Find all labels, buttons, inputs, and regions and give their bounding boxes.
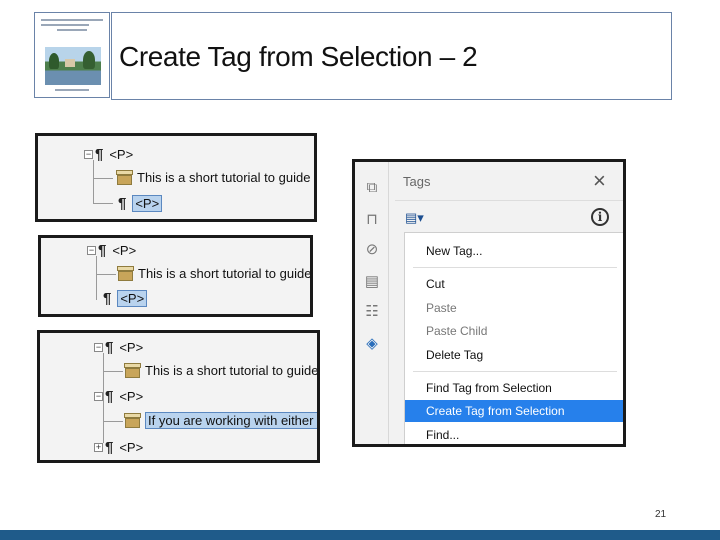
- info-icon[interactable]: i: [591, 208, 609, 226]
- pages-icon[interactable]: ⧉: [364, 180, 380, 196]
- tree-row[interactable]: ¶ <P>: [103, 288, 148, 308]
- collapse-icon[interactable]: −: [94, 391, 103, 401]
- thumbnail-text-line: [57, 29, 87, 31]
- tag-label: <P>: [119, 339, 144, 355]
- paragraph-icon: ¶: [105, 338, 114, 356]
- page-number: 21: [655, 509, 667, 520]
- selected-tag-label: <P>: [132, 194, 163, 212]
- content-box-icon: [124, 412, 141, 428]
- thumbnail-text-line: [41, 19, 103, 21]
- tree-connector: [93, 160, 94, 204]
- paragraph-icon: ¶: [98, 241, 107, 259]
- tree-row[interactable]: This is a short tutorial to guide: [116, 167, 310, 187]
- paragraph-icon: ¶: [103, 289, 112, 307]
- tags-panel-screenshot: ⧉ ⊓ ⊘ ▤ ☷ ◈ Tags × ▤▾ i New Tag... Cut P…: [352, 159, 626, 447]
- slide-title: Create Tag from Selection – 2: [119, 41, 478, 72]
- tag-label: <P>: [119, 439, 144, 455]
- tree-row[interactable]: − ¶ <P>: [84, 144, 133, 164]
- thumbnail-text-line: [55, 89, 89, 91]
- tree-shape: [49, 53, 59, 69]
- paragraph-icon: ¶: [95, 145, 104, 163]
- tag-options-menu: New Tag... Cut Paste Paste Child Delete …: [404, 232, 623, 444]
- selected-tag-label: <P>: [117, 289, 148, 307]
- menu-item-delete-tag[interactable]: Delete Tag: [405, 344, 623, 366]
- menu-item-cut[interactable]: Cut: [405, 273, 623, 295]
- menu-separator: [413, 267, 617, 268]
- content-text: This is a short tutorial to guide: [137, 169, 311, 185]
- tree-row[interactable]: If you are working with either f: [124, 410, 317, 430]
- paragraph-icon: ¶: [105, 387, 114, 405]
- tags-icon[interactable]: ◈: [364, 336, 380, 352]
- tag-label: <P>: [109, 146, 134, 162]
- title-box: Create Tag from Selection – 2: [111, 12, 672, 100]
- house-shape: [65, 59, 75, 67]
- bookmarks-icon[interactable]: ⊓: [364, 212, 380, 228]
- content-text: This is a short tutorial to guide: [145, 362, 319, 378]
- content-text: This is a short tutorial to guide: [138, 265, 312, 281]
- selected-content-text: If you are working with either f: [145, 411, 317, 429]
- tree-row[interactable]: + ¶ <P>: [94, 437, 143, 457]
- collapse-icon[interactable]: −: [84, 149, 93, 159]
- content-box-icon: [117, 265, 134, 281]
- menu-item-find-tag-from-selection[interactable]: Find Tag from Selection: [405, 377, 623, 399]
- tree-connector: [96, 274, 116, 275]
- tree-connector: [103, 421, 123, 422]
- paragraph-icon: ¶: [105, 438, 114, 456]
- menu-item-paste-child[interactable]: Paste Child: [405, 320, 623, 342]
- document-icon[interactable]: ▤: [364, 274, 380, 290]
- collapse-icon[interactable]: −: [94, 342, 103, 352]
- paragraph-icon: ¶: [118, 194, 127, 212]
- close-icon[interactable]: ×: [593, 168, 606, 194]
- menu-item-create-tag-from-selection[interactable]: Create Tag from Selection: [405, 400, 623, 422]
- tree-row[interactable]: ¶ <P>: [118, 193, 163, 213]
- navigation-rail: ⧉ ⊓ ⊘ ▤ ☷ ◈: [355, 162, 389, 444]
- attachments-icon[interactable]: ⊘: [364, 242, 380, 258]
- tree-row[interactable]: This is a short tutorial to guide: [124, 360, 319, 380]
- tree-row[interactable]: − ¶ <P>: [94, 337, 143, 357]
- slide-thumbnail: [34, 12, 110, 98]
- content-box-icon: [116, 169, 133, 185]
- thumbnail-photo: [45, 47, 101, 85]
- tree-shape: [83, 51, 95, 69]
- tag-options-icon[interactable]: ▤▾: [405, 210, 424, 226]
- menu-item-find[interactable]: Find...: [405, 424, 623, 444]
- tag-tree-screenshot-2: − ¶ <P> This is a short tutorial to guid…: [38, 235, 313, 317]
- tree-connector: [93, 203, 113, 204]
- tag-tree-screenshot-3: − ¶ <P> This is a short tutorial to guid…: [37, 330, 320, 463]
- tree-row[interactable]: This is a short tutorial to guide: [117, 263, 312, 283]
- tag-label: <P>: [119, 388, 144, 404]
- menu-separator: [413, 371, 617, 372]
- order-icon[interactable]: ☷: [364, 304, 380, 320]
- divider: [395, 200, 623, 201]
- menu-item-new-tag[interactable]: New Tag...: [405, 240, 623, 262]
- tree-connector: [103, 371, 123, 372]
- tree-row[interactable]: − ¶ <P>: [94, 386, 143, 406]
- tree-connector: [96, 256, 97, 300]
- expand-icon[interactable]: +: [94, 442, 103, 452]
- tag-label: <P>: [112, 242, 137, 258]
- panel-title: Tags: [403, 174, 431, 189]
- thumbnail-text-line: [41, 24, 89, 26]
- menu-item-paste[interactable]: Paste: [405, 297, 623, 319]
- tree-connector: [93, 178, 113, 179]
- content-box-icon: [124, 362, 141, 378]
- collapse-icon[interactable]: −: [87, 245, 96, 255]
- tree-row[interactable]: − ¶ <P>: [87, 240, 136, 260]
- tag-tree-screenshot-1: − ¶ <P> This is a short tutorial to guid…: [35, 133, 317, 222]
- footer-bar: [0, 530, 720, 540]
